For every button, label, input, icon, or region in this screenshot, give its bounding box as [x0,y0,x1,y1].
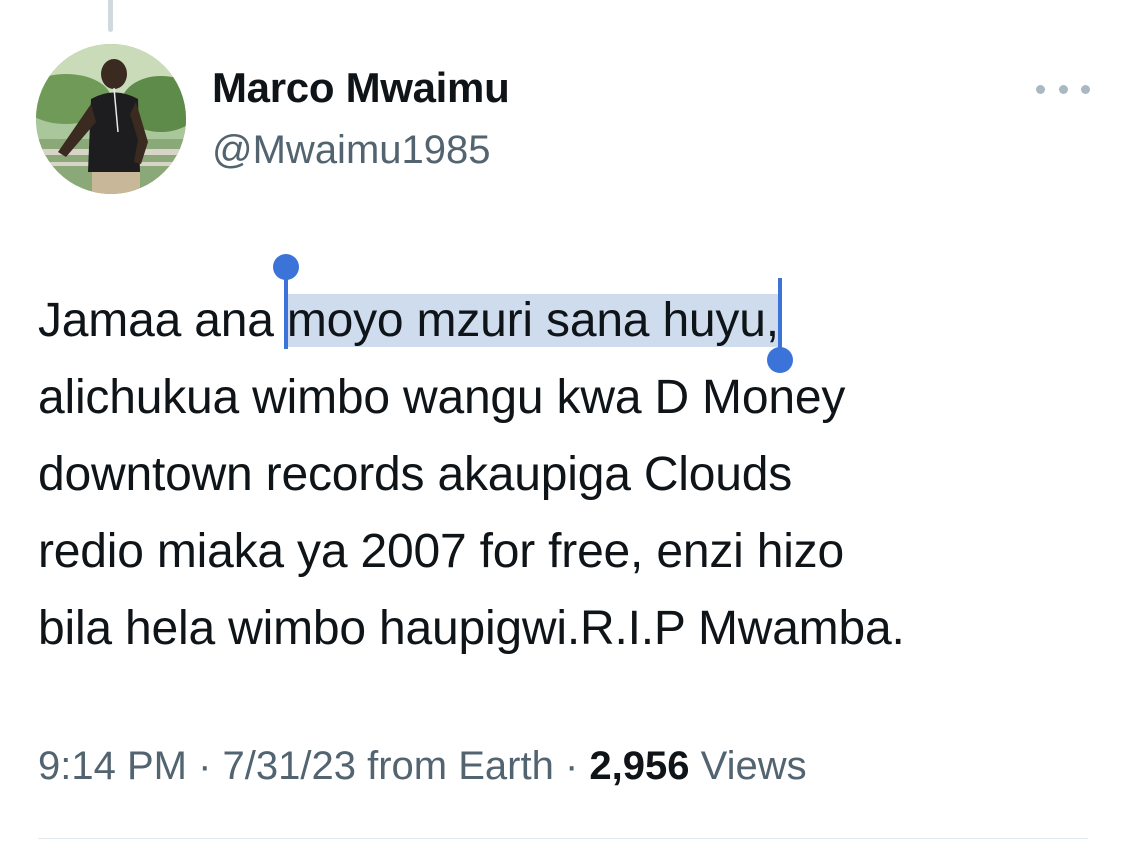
views-count[interactable]: 2,956 [589,744,689,788]
tweet-text[interactable]: Jamaa ana moyo mzuri sana huyu, alichuku… [38,282,1098,667]
selection-end-cursor [777,278,782,349]
selection-start-handle[interactable] [272,254,299,280]
more-horizontal-icon [1058,84,1068,94]
divider [38,838,1088,839]
tweet-metadata: 9:14 PM · 7/31/23 from Earth · 2,956 Vie… [38,744,807,789]
tweet-text-line: downtown records akaupiga Clouds [38,448,793,501]
tweet-date[interactable]: 7/31/23 [223,744,356,788]
tweet-text-line: alichukua wimbo wangu kwa D Money [38,371,846,424]
profile-photo [36,44,186,194]
tweet-text-line: redio miaka ya 2007 for free, enzi hizo [38,525,844,578]
views-label: Views [700,744,807,788]
selection-start-cursor [283,278,288,349]
meta-separator: · [186,744,223,788]
tweet-text-segment: Jamaa ana [38,294,287,347]
more-horizontal-icon [1081,84,1090,94]
thread-connector-line [108,0,113,32]
selected-text[interactable]: moyo mzuri sana huyu, [286,294,779,347]
more-horizontal-icon [1036,84,1045,94]
author-display-name[interactable]: Marco Mwaimu [212,64,510,112]
tweet-text-line: bila hela wimbo haupigwi.R.I.P Mwamba. [38,602,905,655]
avatar[interactable] [36,44,186,194]
tweet-text-line: Jamaa ana moyo mzuri sana huyu, [38,282,1098,359]
tweet-source: from Earth [367,744,554,788]
author-handle[interactable]: @Mwaimu1985 [212,128,491,173]
tweet-time[interactable]: 9:14 PM [38,744,187,788]
more-options-button[interactable] [1036,74,1090,104]
selection-end-handle[interactable] [766,347,793,373]
meta-separator: · [553,744,590,788]
